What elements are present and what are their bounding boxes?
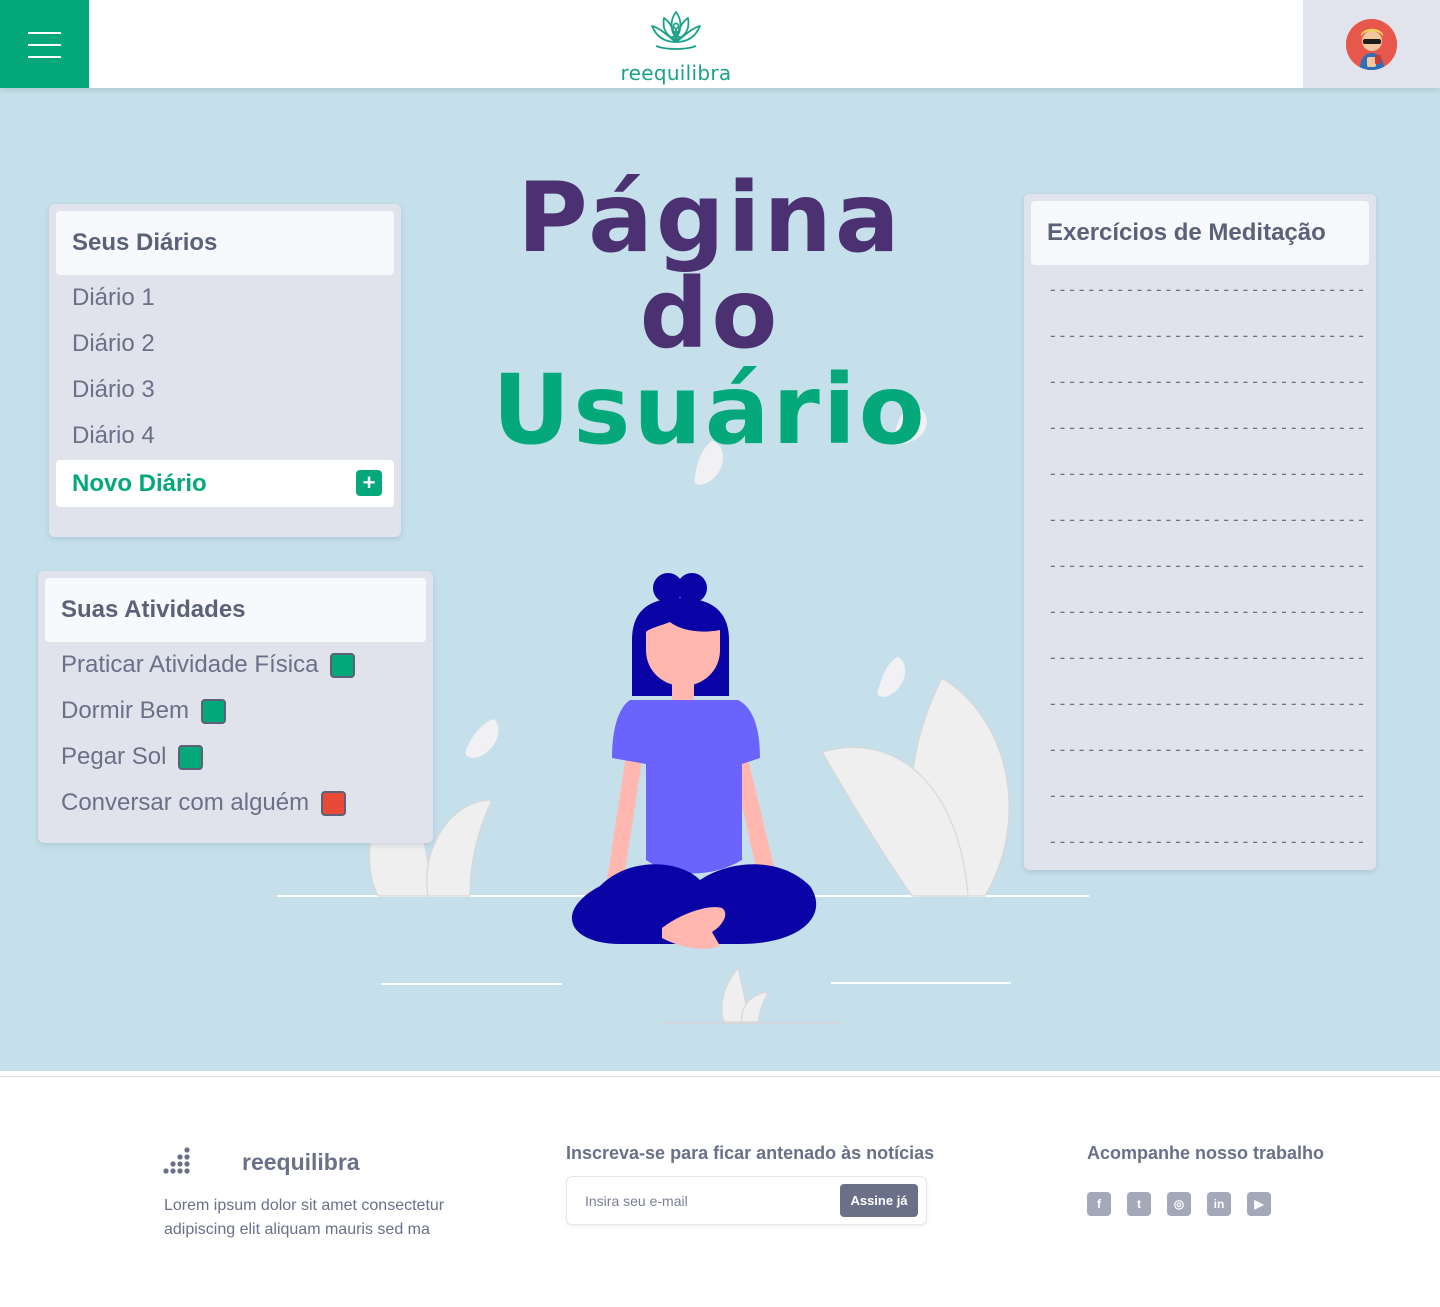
menu-bar-icon — [28, 56, 61, 58]
activities-card-title: Suas Atividades — [45, 578, 426, 642]
social-links: f t ◎ in ▶ — [1087, 1192, 1271, 1216]
header-logo[interactable]: reequilibra — [616, 8, 736, 85]
meditation-exercise-line[interactable]: --------------------------------- — [1048, 832, 1366, 851]
menu-bar-icon — [28, 32, 61, 34]
diaries-card: Seus Diários Diário 1 Diário 2 Diário 3 … — [49, 204, 401, 537]
activities-card: Suas Atividades Praticar Atividade Físic… — [38, 571, 433, 843]
meditation-exercise-line[interactable]: --------------------------------- — [1048, 372, 1366, 391]
activity-status-checkbox[interactable] — [178, 744, 204, 770]
footer-brand-name: reequilibra — [242, 1149, 360, 1175]
page-title: Página do Usuário — [440, 170, 980, 458]
meditation-exercise-line[interactable]: --------------------------------- — [1048, 510, 1366, 529]
lotus-icon — [651, 11, 701, 50]
activity-item: Praticar Atividade Física — [61, 651, 356, 679]
hamburger-menu-button[interactable] — [0, 0, 89, 88]
meditation-exercise-line[interactable]: --------------------------------- — [1048, 694, 1366, 713]
social-title: Acompanhe nosso trabalho — [1087, 1143, 1325, 1163]
newsletter-title: Inscreva-se para ficar antenado às notíc… — [566, 1143, 935, 1163]
user-area — [1303, 0, 1440, 88]
linkedin-icon[interactable]: in — [1207, 1192, 1231, 1216]
meditation-card: Exercícios de Meditação ----------------… — [1024, 194, 1376, 870]
diary-item[interactable]: Diário 3 — [72, 376, 155, 404]
instagram-icon[interactable]: ◎ — [1167, 1192, 1191, 1216]
meditation-exercise-line[interactable]: --------------------------------- — [1048, 326, 1366, 345]
activity-status-checkbox[interactable] — [201, 698, 227, 724]
logo-wordmark: reequilibra — [620, 61, 732, 85]
top-header: reequilibra — [0, 0, 1440, 88]
new-diary-label: Novo Diário — [72, 469, 207, 497]
activity-item: Dormir Bem — [61, 697, 227, 725]
diary-item[interactable]: Diário 2 — [72, 330, 155, 358]
meditation-exercise-line[interactable]: --------------------------------- — [1048, 648, 1366, 667]
meditation-card-title: Exercícios de Meditação — [1031, 201, 1369, 265]
activity-item: Pegar Sol — [61, 743, 204, 771]
activity-label: Conversar com alguém — [61, 789, 310, 816]
meditation-exercise-line[interactable]: --------------------------------- — [1048, 418, 1366, 437]
meditation-exercise-line[interactable]: --------------------------------- — [1048, 280, 1366, 299]
diaries-card-title: Seus Diários — [56, 211, 394, 275]
meditation-exercise-line[interactable]: --------------------------------- — [1048, 786, 1366, 805]
activity-label: Pegar Sol — [61, 743, 167, 770]
meditation-exercise-line[interactable]: --------------------------------- — [1048, 740, 1366, 759]
diary-item[interactable]: Diário 1 — [72, 284, 155, 312]
user-avatar[interactable] — [1346, 19, 1397, 70]
footer-description: Lorem ipsum dolor sit amet consectetur a… — [164, 1197, 445, 1238]
meditation-exercise-line[interactable]: --------------------------------- — [1048, 556, 1366, 575]
email-input[interactable] — [573, 1183, 833, 1219]
subscribe-button[interactable]: Assine já — [840, 1184, 918, 1217]
activity-label: Dormir Bem — [61, 697, 190, 724]
page-title-line1: Página do — [517, 162, 903, 370]
activity-status-checkbox[interactable] — [321, 790, 347, 816]
brand-dots-icon — [163, 1147, 190, 1174]
plus-icon[interactable]: + — [356, 470, 382, 496]
page-title-line2: Usuário — [492, 354, 928, 466]
twitter-icon[interactable]: t — [1127, 1192, 1151, 1216]
menu-bar-icon — [28, 44, 61, 46]
new-diary-button[interactable]: Novo Diário + — [56, 460, 394, 507]
youtube-icon[interactable]: ▶ — [1247, 1192, 1271, 1216]
meditation-exercise-line[interactable]: --------------------------------- — [1048, 602, 1366, 621]
avatar-illustration-icon — [1346, 19, 1397, 70]
newsletter-form: Assine já — [566, 1176, 927, 1225]
facebook-icon[interactable]: f — [1087, 1192, 1111, 1216]
meditation-exercise-line[interactable]: --------------------------------- — [1048, 464, 1366, 483]
activity-item: Conversar com alguém — [61, 789, 347, 817]
main-section: Página do Usuário Seus Diários Diário 1 … — [0, 88, 1440, 1071]
footer: reequilibra Lorem ipsum dolor sit amet c… — [0, 1077, 1440, 1307]
activity-status-checkbox[interactable] — [330, 652, 356, 678]
activity-label: Praticar Atividade Física — [61, 651, 319, 678]
diary-item[interactable]: Diário 4 — [72, 422, 155, 450]
